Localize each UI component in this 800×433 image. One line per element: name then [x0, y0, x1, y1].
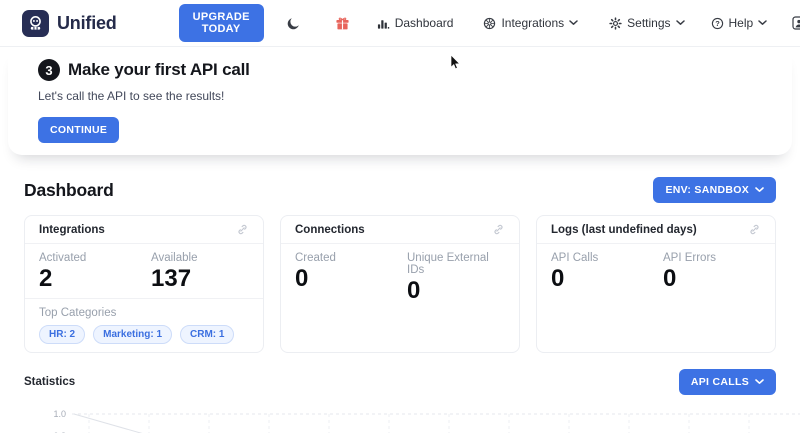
- chevron-down-icon: [676, 20, 685, 26]
- page-title: Dashboard: [24, 180, 114, 201]
- stat-label: Available: [151, 252, 197, 264]
- statistics-header: Statistics API CALLS: [24, 369, 776, 395]
- card-body: Activated 2 Available 137: [25, 244, 263, 298]
- stat-label: Activated: [39, 252, 151, 264]
- stat-label: Unique External IDs: [407, 252, 505, 276]
- statistics-title: Statistics: [24, 376, 75, 388]
- nav-settings[interactable]: Settings: [609, 16, 684, 30]
- rewards-button[interactable]: [335, 16, 350, 31]
- link-icon[interactable]: [236, 223, 249, 236]
- category-chip-marketing[interactable]: Marketing: 1: [93, 325, 172, 344]
- connections-card: Connections Created 0 Unique External ID…: [280, 215, 520, 353]
- category-chip-crm[interactable]: CRM: 1: [180, 325, 234, 344]
- nav-settings-label: Settings: [627, 16, 670, 30]
- integrations-card: Integrations Activated 2 Available 137 T…: [24, 215, 264, 353]
- link-icon[interactable]: [748, 223, 761, 236]
- dashboard-header: Dashboard ENV: SANDBOX: [0, 155, 800, 203]
- chevron-down-icon: [758, 20, 767, 26]
- card-title: Integrations: [39, 224, 105, 236]
- unified-logo-icon: [22, 10, 49, 37]
- step-title: Make your first API call: [68, 60, 250, 80]
- chevron-down-icon: [755, 379, 764, 385]
- chevron-down-icon: [569, 20, 578, 26]
- brand-name: Unified: [57, 13, 117, 34]
- statistics-chart: 1.0 0.8: [48, 409, 776, 433]
- api-calls-filter-label: API CALLS: [691, 376, 749, 388]
- stat-value: 0: [551, 266, 663, 292]
- brand[interactable]: Unified: [22, 10, 117, 37]
- stat-label: Created: [295, 252, 407, 264]
- help-icon: ?: [711, 17, 724, 30]
- category-chips: HR: 2 Marketing: 1 CRM: 1: [39, 325, 249, 344]
- top-categories-label: Top Categories: [39, 307, 249, 319]
- stat-value: 137: [151, 266, 197, 292]
- step-row: 3 Make your first API call: [38, 59, 762, 81]
- stat: Activated 2: [39, 252, 151, 292]
- card-header: Logs (last undefined days): [537, 216, 775, 244]
- onboarding-card: 3 Make your first API call Let's call th…: [8, 47, 792, 155]
- stat-label: API Errors: [663, 252, 716, 264]
- integrations-icon: [483, 17, 496, 30]
- y-axis-tick: 1.0: [48, 409, 66, 419]
- nav-dashboard[interactable]: Dashboard: [377, 16, 454, 30]
- category-chip-hr[interactable]: HR: 2: [39, 325, 85, 344]
- nav-integrations-label: Integrations: [501, 16, 564, 30]
- continue-button[interactable]: CONTINUE: [38, 117, 119, 143]
- card-title: Logs (last undefined days): [551, 224, 697, 236]
- dark-mode-toggle[interactable]: [286, 16, 301, 31]
- nav-account-menu[interactable]: Kailah Bharath @ unified.to: [792, 16, 800, 30]
- gear-icon: [609, 17, 622, 30]
- card-footer: Top Categories HR: 2 Marketing: 1 CRM: 1: [25, 298, 263, 352]
- nav-help[interactable]: ? Help: [711, 16, 768, 30]
- card-header: Connections: [281, 216, 519, 244]
- stat-value: 0: [663, 266, 716, 292]
- card-body: Created 0 Unique External IDs 0: [281, 244, 519, 310]
- chevron-down-icon: [755, 187, 764, 193]
- stat-value: 2: [39, 266, 151, 292]
- stat: Created 0: [295, 252, 407, 304]
- stat: API Calls 0: [551, 252, 663, 292]
- logs-card: Logs (last undefined days) API Calls 0 A…: [536, 215, 776, 353]
- stat-value: 0: [407, 278, 505, 304]
- nav-integrations[interactable]: Integrations: [483, 16, 578, 30]
- stat: API Errors 0: [663, 252, 716, 292]
- moon-icon: [286, 16, 301, 31]
- card-body: API Calls 0 API Errors 0: [537, 244, 775, 298]
- stat: Unique External IDs 0: [407, 252, 505, 304]
- summary-cards-row: Integrations Activated 2 Available 137 T…: [24, 215, 776, 353]
- chart-gridlines: [72, 409, 800, 433]
- step-subtitle: Let's call the API to see the results!: [38, 89, 762, 103]
- link-icon[interactable]: [492, 223, 505, 236]
- gift-icon: [335, 16, 350, 31]
- stat-value: 0: [295, 266, 407, 292]
- stat-label: API Calls: [551, 252, 663, 264]
- card-title: Connections: [295, 224, 365, 236]
- bar-chart-icon: [377, 17, 390, 30]
- statistics-section: Statistics API CALLS 1.0 0.8: [24, 369, 776, 433]
- api-calls-filter-button[interactable]: API CALLS: [679, 369, 776, 395]
- svg-text:?: ?: [715, 19, 720, 28]
- nav-help-label: Help: [729, 16, 754, 30]
- env-selector-label: ENV: SANDBOX: [665, 184, 749, 196]
- card-header: Integrations: [25, 216, 263, 244]
- upgrade-today-button[interactable]: UPGRADE TODAY: [179, 4, 264, 42]
- step-number-badge: 3: [38, 59, 60, 81]
- nav-dashboard-label: Dashboard: [395, 16, 454, 30]
- env-selector-button[interactable]: ENV: SANDBOX: [653, 177, 776, 203]
- top-navbar: Unified UPGRADE TODAY Dashboard Integ: [0, 0, 800, 47]
- user-icon: [792, 16, 800, 30]
- stat: Available 137: [151, 252, 197, 292]
